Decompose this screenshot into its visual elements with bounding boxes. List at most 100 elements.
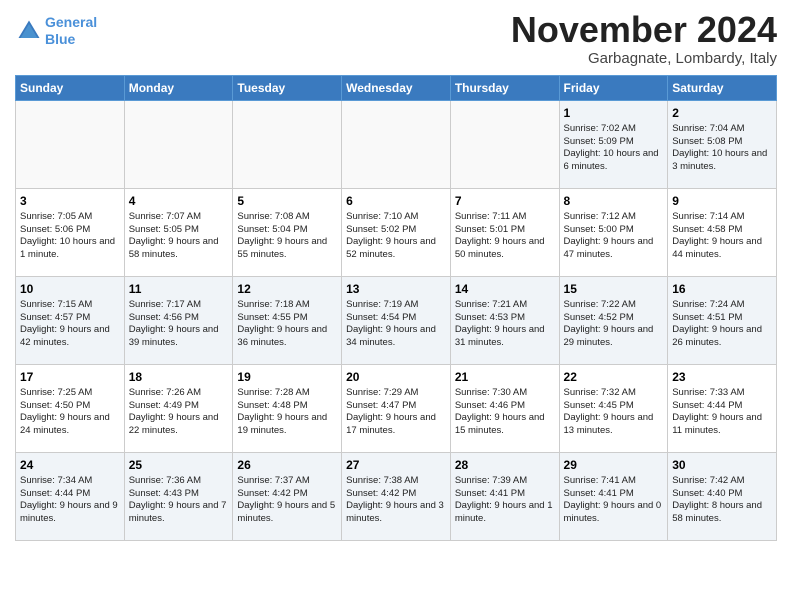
- col-tuesday: Tuesday: [233, 75, 342, 100]
- header-row: General Blue November 2024 Garbagnate, L…: [15, 10, 777, 67]
- day-number: 1: [564, 105, 664, 121]
- cell-info: Sunrise: 7:32 AM Sunset: 4:45 PM Dayligh…: [564, 387, 664, 438]
- day-number: 27: [346, 457, 446, 473]
- calendar-cell-w5-d2: 25Sunrise: 7:36 AM Sunset: 4:43 PM Dayli…: [124, 452, 233, 540]
- cell-info: Sunrise: 7:04 AM Sunset: 5:08 PM Dayligh…: [672, 123, 772, 174]
- calendar-cell-w3-d5: 14 Sunrise: 7:21 AM Sunset: 4:53 PM Dayli…: [450, 276, 559, 364]
- cell-info: Sunrise: 7:18 AM Sunset: 4:55 PM Dayligh…: [237, 299, 337, 350]
- calendar-cell-w2-d1: 3 Sunrise: 7:05 AM Sunset: 5:06 PM Daylig…: [16, 188, 125, 276]
- week-row-4: 17Sunrise: 7:25 AM Sunset: 4:50 PM Dayli…: [16, 364, 777, 452]
- day-number: 23: [672, 369, 772, 385]
- calendar-table: Sunday Monday Tuesday Wednesday Thursday…: [15, 75, 777, 541]
- day-number: 10: [20, 281, 120, 297]
- logo-line1: General: [45, 14, 97, 30]
- cell-info: Sunrise: 7:42 AM Sunset: 4:40 PM Dayligh…: [672, 475, 772, 526]
- day-number: 2: [672, 105, 772, 121]
- calendar-cell-w3-d4: 13Sunrise: 7:19 AM Sunset: 4:54 PM Dayli…: [342, 276, 451, 364]
- calendar-cell-w3-d6: 15 Sunrise: 7:22 AM Sunset: 4:52 PM Dayli…: [559, 276, 668, 364]
- calendar-cell-w2-d3: 5 Sunrise: 7:08 AM Sunset: 5:04 PM Daylig…: [233, 188, 342, 276]
- logo-icon: [15, 17, 43, 45]
- cell-info: Sunrise: 7:21 AM Sunset: 4:53 PM Dayligh…: [455, 299, 555, 350]
- calendar-cell-w4-d5: 21Sunrise: 7:30 AM Sunset: 4:46 PM Dayli…: [450, 364, 559, 452]
- day-number: 12: [237, 281, 337, 297]
- day-number: 26: [237, 457, 337, 473]
- calendar-cell-w2-d2: 4 Sunrise: 7:07 AM Sunset: 5:05 PM Daylig…: [124, 188, 233, 276]
- cell-info: Sunrise: 7:12 AM Sunset: 5:00 PM Dayligh…: [564, 211, 664, 262]
- col-wednesday: Wednesday: [342, 75, 451, 100]
- day-number: 11: [129, 281, 229, 297]
- calendar-cell-w2-d7: 9 Sunrise: 7:14 AM Sunset: 4:58 PM Daylig…: [668, 188, 777, 276]
- cell-info: Sunrise: 7:29 AM Sunset: 4:47 PM Dayligh…: [346, 387, 446, 438]
- cell-info: Sunrise: 7:17 AM Sunset: 4:56 PM Dayligh…: [129, 299, 229, 350]
- cell-info: Sunrise: 7:38 AM Sunset: 4:42 PM Dayligh…: [346, 475, 446, 526]
- day-number: 15: [564, 281, 664, 297]
- day-number: 28: [455, 457, 555, 473]
- col-thursday: Thursday: [450, 75, 559, 100]
- day-number: 16: [672, 281, 772, 297]
- col-friday: Friday: [559, 75, 668, 100]
- calendar-cell-w2-d5: 7Sunrise: 7:11 AM Sunset: 5:01 PM Daylig…: [450, 188, 559, 276]
- cell-info: Sunrise: 7:36 AM Sunset: 4:43 PM Dayligh…: [129, 475, 229, 526]
- day-number: 3: [20, 193, 120, 209]
- page-container: General Blue November 2024 Garbagnate, L…: [0, 0, 792, 546]
- calendar-cell-w4-d2: 18Sunrise: 7:26 AM Sunset: 4:49 PM Dayli…: [124, 364, 233, 452]
- title-area: November 2024 Garbagnate, Lombardy, Ital…: [511, 10, 777, 67]
- calendar-cell-w1-d6: 1 Sunrise: 7:02 AM Sunset: 5:09 PM Daylig…: [559, 100, 668, 188]
- col-monday: Monday: [124, 75, 233, 100]
- day-number: 19: [237, 369, 337, 385]
- cell-info: Sunrise: 7:15 AM Sunset: 4:57 PM Dayligh…: [20, 299, 120, 350]
- cell-info: Sunrise: 7:05 AM Sunset: 5:06 PM Dayligh…: [20, 211, 120, 262]
- cell-info: Sunrise: 7:30 AM Sunset: 4:46 PM Dayligh…: [455, 387, 555, 438]
- day-number: 24: [20, 457, 120, 473]
- logo-line2: Blue: [45, 31, 75, 47]
- day-number: 6: [346, 193, 446, 209]
- cell-info: Sunrise: 7:07 AM Sunset: 5:05 PM Dayligh…: [129, 211, 229, 262]
- calendar-cell-w2-d4: 6 Sunrise: 7:10 AM Sunset: 5:02 PM Daylig…: [342, 188, 451, 276]
- week-row-5: 24Sunrise: 7:34 AM Sunset: 4:44 PM Dayli…: [16, 452, 777, 540]
- logo-text: General Blue: [45, 14, 97, 48]
- calendar-cell-w5-d5: 28Sunrise: 7:39 AM Sunset: 4:41 PM Dayli…: [450, 452, 559, 540]
- month-title: November 2024: [511, 10, 777, 50]
- day-number: 14: [455, 281, 555, 297]
- cell-info: Sunrise: 7:24 AM Sunset: 4:51 PM Dayligh…: [672, 299, 772, 350]
- cell-info: Sunrise: 7:37 AM Sunset: 4:42 PM Dayligh…: [237, 475, 337, 526]
- calendar-cell-w1-d3: [233, 100, 342, 188]
- calendar-body: 1 Sunrise: 7:02 AM Sunset: 5:09 PM Daylig…: [16, 100, 777, 540]
- calendar-cell-w3-d2: 11 Sunrise: 7:17 AM Sunset: 4:56 PM Dayli…: [124, 276, 233, 364]
- calendar-cell-w2-d6: 8Sunrise: 7:12 AM Sunset: 5:00 PM Daylig…: [559, 188, 668, 276]
- calendar-cell-w1-d5: [450, 100, 559, 188]
- cell-info: Sunrise: 7:22 AM Sunset: 4:52 PM Dayligh…: [564, 299, 664, 350]
- calendar-cell-w1-d1: [16, 100, 125, 188]
- calendar-cell-w3-d7: 16 Sunrise: 7:24 AM Sunset: 4:51 PM Dayli…: [668, 276, 777, 364]
- cell-info: Sunrise: 7:14 AM Sunset: 4:58 PM Dayligh…: [672, 211, 772, 262]
- calendar-cell-w5-d3: 26 Sunrise: 7:37 AM Sunset: 4:42 PM Dayli…: [233, 452, 342, 540]
- calendar-cell-w4-d6: 22 Sunrise: 7:32 AM Sunset: 4:45 PM Dayli…: [559, 364, 668, 452]
- logo: General Blue: [15, 14, 97, 48]
- cell-info: Sunrise: 7:25 AM Sunset: 4:50 PM Dayligh…: [20, 387, 120, 438]
- day-number: 22: [564, 369, 664, 385]
- col-sunday: Sunday: [16, 75, 125, 100]
- calendar-cell-w5-d7: 30 Sunrise: 7:42 AM Sunset: 4:40 PM Dayli…: [668, 452, 777, 540]
- week-row-2: 3 Sunrise: 7:05 AM Sunset: 5:06 PM Daylig…: [16, 188, 777, 276]
- day-number: 30: [672, 457, 772, 473]
- calendar-cell-w4-d7: 23 Sunrise: 7:33 AM Sunset: 4:44 PM Dayli…: [668, 364, 777, 452]
- calendar-cell-w4-d1: 17Sunrise: 7:25 AM Sunset: 4:50 PM Dayli…: [16, 364, 125, 452]
- week-row-1: 1 Sunrise: 7:02 AM Sunset: 5:09 PM Daylig…: [16, 100, 777, 188]
- cell-info: Sunrise: 7:11 AM Sunset: 5:01 PM Dayligh…: [455, 211, 555, 262]
- col-saturday: Saturday: [668, 75, 777, 100]
- cell-info: Sunrise: 7:08 AM Sunset: 5:04 PM Dayligh…: [237, 211, 337, 262]
- day-number: 5: [237, 193, 337, 209]
- calendar-cell-w5-d1: 24Sunrise: 7:34 AM Sunset: 4:44 PM Dayli…: [16, 452, 125, 540]
- cell-info: Sunrise: 7:26 AM Sunset: 4:49 PM Dayligh…: [129, 387, 229, 438]
- cell-info: Sunrise: 7:28 AM Sunset: 4:48 PM Dayligh…: [237, 387, 337, 438]
- cell-info: Sunrise: 7:33 AM Sunset: 4:44 PM Dayligh…: [672, 387, 772, 438]
- day-number: 29: [564, 457, 664, 473]
- day-number: 20: [346, 369, 446, 385]
- calendar-cell-w1-d7: 2 Sunrise: 7:04 AM Sunset: 5:08 PM Daylig…: [668, 100, 777, 188]
- calendar-cell-w1-d4: [342, 100, 451, 188]
- cell-info: Sunrise: 7:02 AM Sunset: 5:09 PM Dayligh…: [564, 123, 664, 174]
- day-number: 9: [672, 193, 772, 209]
- calendar-cell-w5-d4: 27 Sunrise: 7:38 AM Sunset: 4:42 PM Dayli…: [342, 452, 451, 540]
- cell-info: Sunrise: 7:10 AM Sunset: 5:02 PM Dayligh…: [346, 211, 446, 262]
- day-number: 4: [129, 193, 229, 209]
